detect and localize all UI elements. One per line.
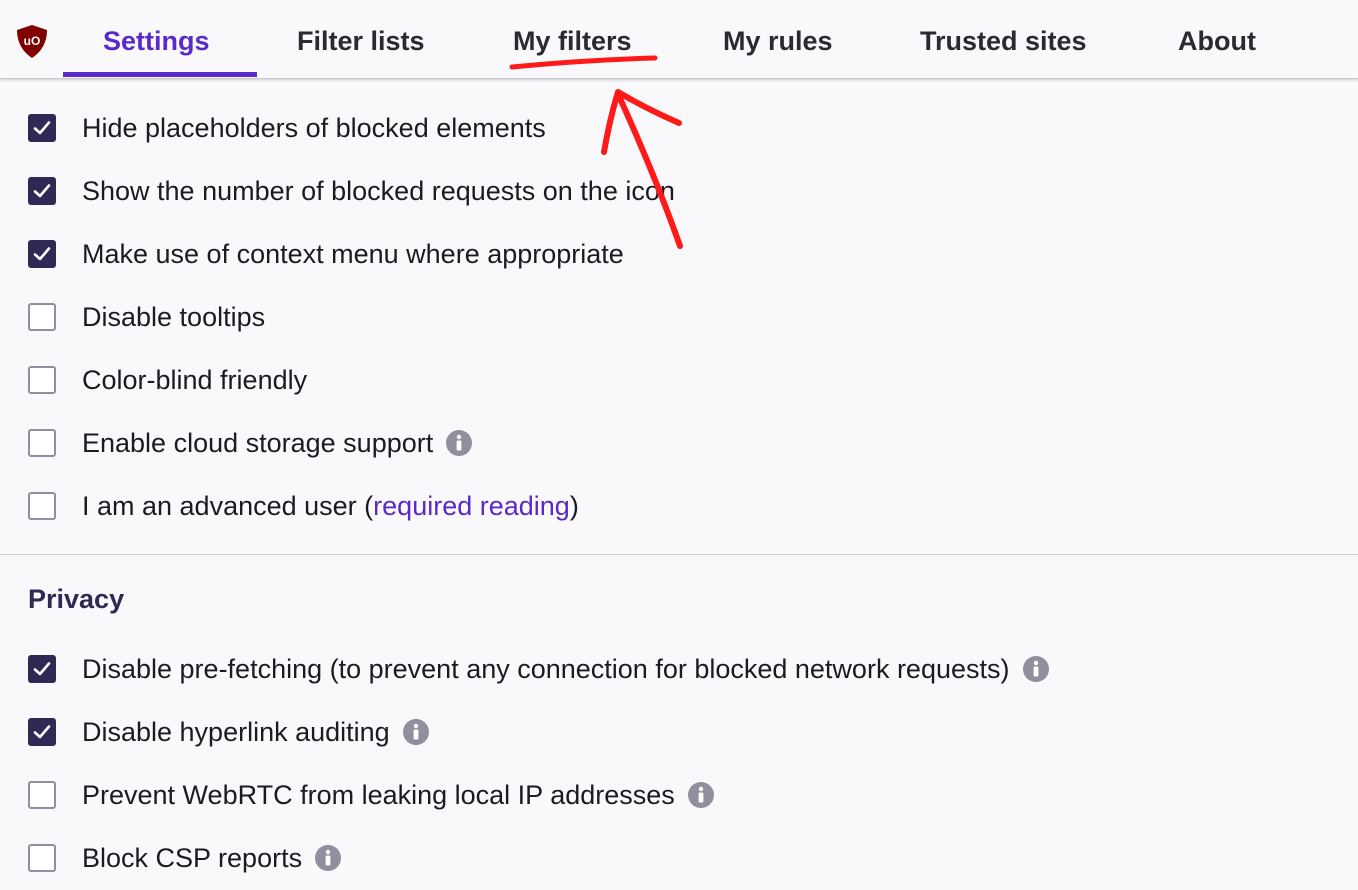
tab-my-rules[interactable]: My rules <box>723 0 833 78</box>
setting-show-blocked-count: Show the number of blocked requests on t… <box>28 171 675 211</box>
webrtc-checkbox[interactable] <box>28 781 56 809</box>
info-icon[interactable] <box>1022 655 1050 683</box>
privacy-heading: Privacy <box>28 584 125 614</box>
setting-csp-reports: Block CSP reports <box>28 838 342 878</box>
tab-settings[interactable]: Settings <box>103 0 210 78</box>
color-blind-label: Color-blind friendly <box>82 364 308 395</box>
check-icon <box>33 184 51 198</box>
show-blocked-count-checkbox[interactable] <box>28 177 56 205</box>
setting-advanced-user: I am an advanced user (required reading) <box>28 486 579 526</box>
info-icon[interactable] <box>314 844 342 872</box>
setting-hide-placeholders: Hide placeholders of blocked elements <box>28 108 546 148</box>
ublock-shield-icon: uO <box>17 25 47 58</box>
color-blind-checkbox[interactable] <box>28 366 56 394</box>
tab-about[interactable]: About <box>1178 0 1256 78</box>
setting-webrtc: Prevent WebRTC from leaking local IP add… <box>28 775 715 815</box>
disable-tooltips-checkbox[interactable] <box>28 303 56 331</box>
setting-context-menu: Make use of context menu where appropria… <box>28 234 624 274</box>
context-menu-checkbox[interactable] <box>28 240 56 268</box>
hyperlink-auditing-label: Disable hyperlink auditing <box>82 716 390 747</box>
advanced-user-label: I am an advanced user (required reading) <box>82 491 579 522</box>
tab-my-filters[interactable]: My filters <box>513 0 632 78</box>
hide-placeholders-checkbox[interactable] <box>28 114 56 142</box>
tab-filter-lists[interactable]: Filter lists <box>297 0 425 78</box>
hyperlink-auditing-checkbox[interactable] <box>28 718 56 746</box>
check-icon <box>33 725 51 739</box>
setting-disable-prefetching: Disable pre-fetching (to prevent any con… <box>28 649 1050 689</box>
tab-trusted-sites[interactable]: Trusted sites <box>920 0 1087 78</box>
csp-reports-checkbox[interactable] <box>28 844 56 872</box>
setting-color-blind: Color-blind friendly <box>28 360 307 400</box>
csp-reports-label: Block CSP reports <box>82 842 303 873</box>
check-icon <box>33 121 51 135</box>
active-tab-indicator <box>63 72 257 77</box>
advanced-user-suffix: ) <box>569 490 579 521</box>
disable-prefetching-label: Disable pre-fetching (to prevent any con… <box>82 653 1010 684</box>
cloud-storage-label: Enable cloud storage support <box>82 427 434 458</box>
setting-disable-tooltips: Disable tooltips <box>28 297 265 337</box>
cloud-storage-checkbox[interactable] <box>28 429 56 457</box>
info-icon[interactable] <box>445 429 473 457</box>
top-navigation-bar: uO Settings Filter lists My filters My r… <box>0 0 1358 79</box>
webrtc-label: Prevent WebRTC from leaking local IP add… <box>82 779 675 810</box>
disable-tooltips-label: Disable tooltips <box>82 301 266 332</box>
info-icon[interactable] <box>687 781 715 809</box>
advanced-user-text: I am an advanced user ( <box>82 490 374 521</box>
advanced-user-checkbox[interactable] <box>28 492 56 520</box>
hide-placeholders-label: Hide placeholders of blocked elements <box>82 112 546 143</box>
show-blocked-count-label: Show the number of blocked requests on t… <box>82 175 675 206</box>
check-icon <box>33 247 51 261</box>
info-icon[interactable] <box>402 718 430 746</box>
logo-text: uO <box>24 34 41 48</box>
required-reading-link[interactable]: required reading <box>373 491 570 521</box>
context-menu-label: Make use of context menu where appropria… <box>82 238 624 269</box>
section-divider <box>0 554 1358 555</box>
disable-prefetching-checkbox[interactable] <box>28 655 56 683</box>
setting-cloud-storage: Enable cloud storage support <box>28 423 473 463</box>
setting-hyperlink-auditing: Disable hyperlink auditing <box>28 712 430 752</box>
check-icon <box>33 662 51 676</box>
